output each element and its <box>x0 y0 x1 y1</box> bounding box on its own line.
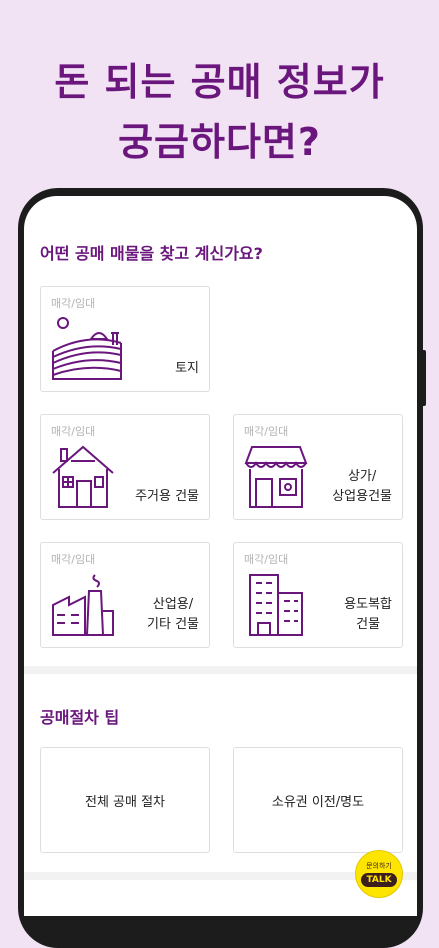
headline-line-1: 돈 되는 공매 정보가 <box>54 60 385 104</box>
kakao-talk-button[interactable]: 문의하기 TALK <box>355 850 403 898</box>
card-tag: 매각/임대 <box>244 425 289 438</box>
land-icon <box>52 317 122 380</box>
tip-card-full-procedure[interactable]: 전체 공매 절차 <box>40 747 210 853</box>
card-label: 산업용/ 기타 건물 <box>147 597 199 632</box>
category-card-industrial[interactable]: 매각/임대 산업용/ 기타 건물 <box>40 542 210 648</box>
promo-headline: 돈 되는 공매 정보가 궁금하다면? <box>0 52 439 172</box>
category-card-land[interactable]: 매각/임대 토지 <box>40 286 210 392</box>
tip-card-ownership-transfer[interactable]: 소유권 이전/명도 <box>233 747 403 853</box>
tip-label: 전체 공매 절차 <box>84 794 166 810</box>
category-card-mixed-use[interactable]: 매각/임대 용도복합 건물 <box>233 542 403 648</box>
card-label: 토지 <box>175 361 199 376</box>
kakao-caption: 문의하기 <box>366 862 392 870</box>
card-tag: 매각/임대 <box>51 425 96 438</box>
factory-icon <box>52 574 114 636</box>
card-tag: 매각/임대 <box>51 297 96 310</box>
card-label: 용도복합 건물 <box>344 597 392 632</box>
card-label: 주거용 건물 <box>135 489 199 504</box>
kakao-talk-icon: TALK <box>361 873 397 887</box>
card-tag: 매각/임대 <box>244 553 289 566</box>
card-label: 상가/ 상업용건물 <box>332 469 392 504</box>
headline-line-2: 궁금하다면? <box>118 120 321 164</box>
category-card-commercial[interactable]: 매각/임대 상가/ 상업용건물 <box>233 414 403 520</box>
app-screen: 어떤 공매 매물을 찾고 계신가요? 매각/임대 토지 매각/임대 주거용 건물… <box>24 196 417 916</box>
store-icon <box>244 446 308 508</box>
card-tag: 매각/임대 <box>51 553 96 566</box>
phone-side-button <box>421 350 426 406</box>
section-title-property-type: 어떤 공매 매물을 찾고 계신가요? <box>40 244 263 263</box>
category-card-residential[interactable]: 매각/임대 주거용 건물 <box>40 414 210 520</box>
section-divider <box>24 666 417 674</box>
house-icon <box>52 445 114 508</box>
section-title-auction-tips: 공매절차 팁 <box>40 708 120 727</box>
tip-label: 소유권 이전/명도 <box>271 794 365 810</box>
building-icon <box>249 574 303 636</box>
